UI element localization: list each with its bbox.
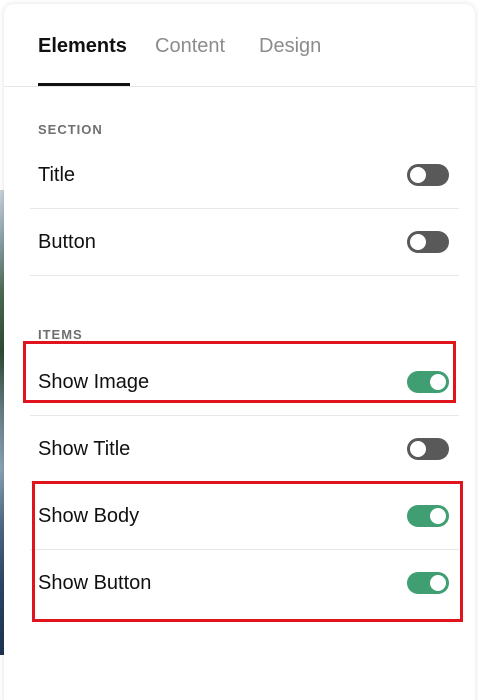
row-button-label: Button [38,231,96,253]
row-show-body: Show Body [30,483,459,550]
row-show-button-label: Show Button [38,572,152,594]
elements-panel: Elements Content Design SECTION Title Bu… [4,4,475,700]
toggle-knob [430,508,446,524]
toggle-knob [410,234,426,250]
show-image-toggle[interactable] [407,371,449,393]
toggle-knob [430,575,446,591]
tab-bar: Elements Content Design [4,4,475,87]
row-title: Title [30,142,459,209]
row-show-title: Show Title [30,416,459,483]
row-title-label: Title [38,164,76,186]
section-heading: SECTION [38,122,103,137]
row-show-image-label: Show Image [38,371,150,393]
toggle-knob [430,374,446,390]
title-toggle[interactable] [407,164,449,186]
tab-elements[interactable]: Elements [38,34,127,58]
toggle-knob [410,441,426,457]
editor-stage: Elements Content Design SECTION Title Bu… [0,0,479,700]
toggle-knob [410,167,426,183]
row-button: Button [30,209,459,276]
tab-content[interactable]: Content [155,34,225,58]
row-show-title-label: Show Title [38,438,131,460]
active-tab-indicator [38,83,130,86]
row-show-body-label: Show Body [38,505,140,527]
tab-design[interactable]: Design [259,34,321,58]
show-button-toggle[interactable] [407,572,449,594]
button-toggle[interactable] [407,231,449,253]
show-title-toggle[interactable] [407,438,449,460]
row-show-button: Show Button [30,550,459,616]
items-heading: ITEMS [38,327,83,342]
row-show-image: Show Image [30,349,459,416]
show-body-toggle[interactable] [407,505,449,527]
